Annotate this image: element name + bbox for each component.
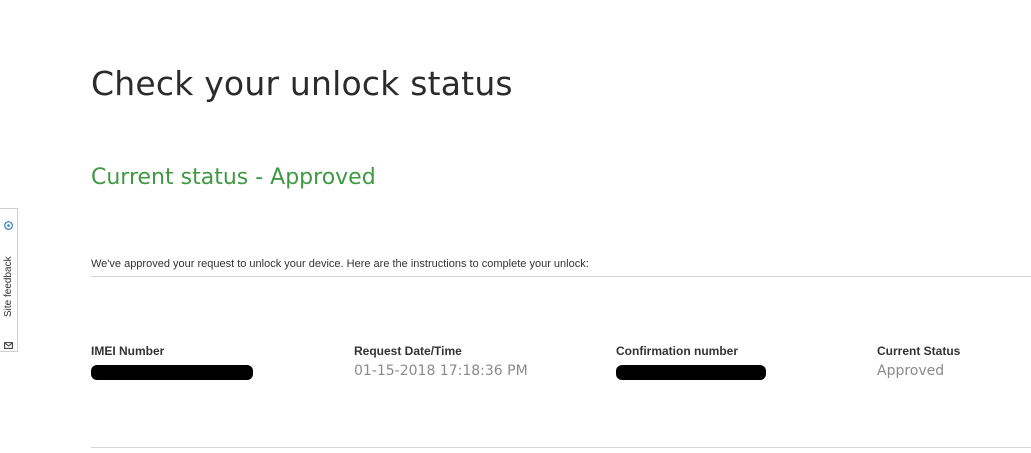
current-status-label: Current Status — [877, 344, 961, 358]
confirmation-column: Confirmation number — [616, 343, 846, 380]
confirmation-label: Confirmation number — [616, 344, 738, 358]
approval-instructions-text: We've approved your request to unlock yo… — [91, 258, 589, 270]
section-divider-bottom — [91, 447, 1031, 448]
site-feedback-label: Site feedback — [3, 256, 14, 318]
site-feedback-tab[interactable]: Site feedback — [0, 208, 18, 352]
feedback-icon — [4, 217, 13, 230]
request-date-label: Request Date/Time — [354, 344, 462, 358]
imei-label: IMEI Number — [91, 344, 165, 358]
section-divider-top — [91, 276, 1031, 277]
current-status-heading: Current status - Approved — [91, 165, 376, 190]
request-date-column: Request Date/Time 01-15-2018 17:18:36 PM — [354, 343, 584, 382]
confirmation-value-redacted — [616, 365, 766, 380]
imei-value-redacted — [91, 365, 253, 380]
page-title: Check your unlock status — [91, 64, 513, 103]
current-status-column: Current Status Approved — [877, 343, 1027, 382]
request-date-value: 01-15-2018 17:18:36 PM — [354, 363, 528, 379]
current-status-value: Approved — [877, 363, 945, 379]
unlock-status-page: Site feedback Check your unlock status C… — [0, 0, 1031, 453]
mail-icon — [4, 337, 13, 349]
imei-column: IMEI Number — [91, 343, 321, 380]
